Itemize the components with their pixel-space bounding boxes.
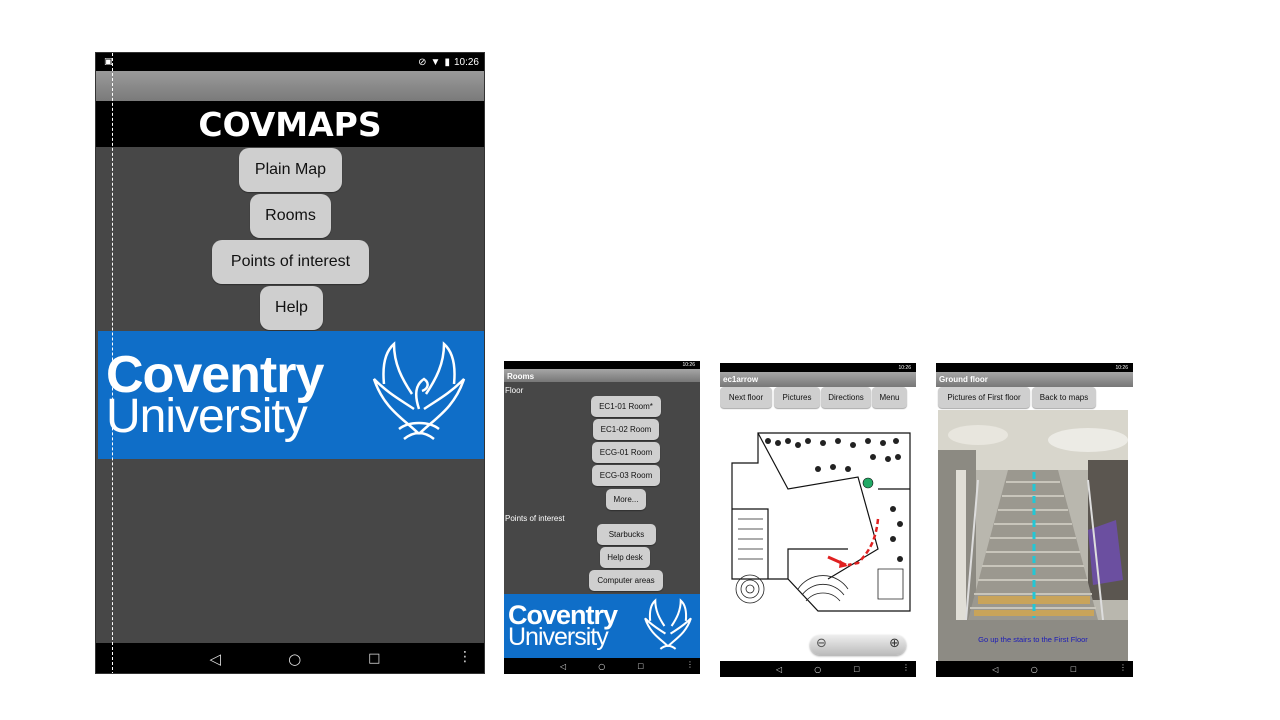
recents-icon[interactable]: □ xyxy=(1070,665,1077,673)
recents-icon[interactable]: □ xyxy=(853,665,860,673)
home-icon[interactable]: ○ xyxy=(288,650,301,668)
navigation-bar: ◁ ○ □ ⋮ xyxy=(504,658,700,674)
rooms-button[interactable]: Rooms xyxy=(250,194,331,238)
phoenix-icon xyxy=(372,341,466,441)
home-icon[interactable]: ○ xyxy=(1031,665,1038,674)
staircase-photo xyxy=(938,410,1128,661)
more-rooms-button[interactable]: More... xyxy=(606,489,646,510)
phoenix-icon xyxy=(644,598,692,650)
app-title: COVMAPS xyxy=(198,104,382,144)
directions-button[interactable]: Directions xyxy=(821,387,871,408)
screen-ground-floor: 10:26 Ground floor Pictures of First flo… xyxy=(936,363,1133,677)
room-button-ecg-03[interactable]: ECG-03 Room xyxy=(592,465,660,486)
navigation-bar: ◁ ○ □ ⋮ xyxy=(720,661,916,677)
status-bar: 10:26 xyxy=(936,363,1133,372)
more-icon[interactable]: ⋮ xyxy=(902,663,910,672)
screen-title: Rooms xyxy=(507,372,535,381)
more-icon[interactable]: ⋮ xyxy=(1119,663,1127,672)
menu-button[interactable]: Menu xyxy=(872,387,907,408)
screen-title: Ground floor xyxy=(939,375,988,384)
title-bar: ec1arrow xyxy=(720,372,916,387)
floor-label: Floor xyxy=(505,386,524,395)
poi-button-starbucks[interactable]: Starbucks xyxy=(597,524,656,545)
screen-main-menu: ▣ ⊘ ▼ ▮ 10:26 COVMAPS Plain Map Rooms Po… xyxy=(95,52,485,674)
pictures-button[interactable]: Pictures xyxy=(774,387,820,408)
back-icon[interactable]: ◁ xyxy=(776,665,782,674)
navigation-bar: ◁ ○ □ ⋮ xyxy=(96,643,484,673)
more-icon[interactable]: ⋮ xyxy=(686,660,694,669)
coventry-university-logo: Coventry University xyxy=(504,594,700,658)
help-button[interactable]: Help xyxy=(260,286,323,330)
poi-button-computer-areas[interactable]: Computer areas xyxy=(589,570,663,591)
status-bar: ▣ ⊘ ▼ ▮ 10:26 xyxy=(96,53,484,71)
zoom-out-icon[interactable]: ⊖ xyxy=(816,636,827,651)
app-title-bar: COVMAPS xyxy=(96,101,484,147)
status-time: 10:26 xyxy=(1115,364,1128,371)
status-time: 10:26 xyxy=(682,362,695,368)
logo-wordmark: Coventry University xyxy=(106,345,324,443)
navigation-bar: ◁ ○ □ ⋮ xyxy=(936,661,1133,677)
poi-label: Points of interest xyxy=(505,514,565,523)
next-floor-button[interactable]: Next floor xyxy=(720,387,772,408)
screen-title: ec1arrow xyxy=(723,375,759,384)
zoom-in-icon[interactable]: ⊕ xyxy=(889,636,900,651)
back-icon[interactable]: ◁ xyxy=(210,650,222,668)
status-bar: 10:26 xyxy=(720,363,916,372)
status-bar: 10:26 xyxy=(504,361,700,369)
room-button-ec1-01[interactable]: EC1-01 Room* xyxy=(591,396,661,417)
floor-plan-map[interactable] xyxy=(728,429,912,615)
coventry-university-logo: Coventry University xyxy=(98,331,484,459)
points-of-interest-button[interactable]: Points of interest xyxy=(212,240,369,284)
room-button-ecg-01[interactable]: ECG-01 Room xyxy=(592,442,660,463)
screen-map: 10:26 ec1arrow Next floor Pictures Direc… xyxy=(720,363,916,677)
title-bar: Rooms xyxy=(504,369,700,382)
title-bar: Ground floor xyxy=(936,372,1133,387)
more-icon[interactable]: ⋮ xyxy=(458,649,472,665)
recents-icon[interactable]: □ xyxy=(368,651,380,666)
status-time: 10:26 xyxy=(453,56,479,68)
home-icon[interactable]: ○ xyxy=(814,665,821,674)
direction-caption: Go up the stairs to the First Floor xyxy=(978,635,1088,644)
back-icon[interactable]: ◁ xyxy=(560,662,566,671)
screen-rooms: 10:26 Rooms Floor EC1-01 Room* EC1-02 Ro… xyxy=(504,361,700,674)
dnd-icon: ⊘ xyxy=(418,56,427,68)
home-icon[interactable]: ○ xyxy=(598,662,605,671)
logo-wordmark: Coventry University xyxy=(508,599,618,651)
status-time: 10:26 xyxy=(898,364,911,371)
recents-icon[interactable]: □ xyxy=(637,662,644,670)
wifi-icon: ▼ xyxy=(430,56,441,68)
room-button-ec1-02[interactable]: EC1-02 Room xyxy=(593,419,659,440)
guide-line xyxy=(112,53,113,673)
pictures-of-first-floor-button[interactable]: Pictures of First floor xyxy=(938,387,1030,408)
back-icon[interactable]: ◁ xyxy=(992,665,998,674)
action-bar xyxy=(96,71,484,101)
battery-icon: ▮ xyxy=(444,56,450,68)
plain-map-button[interactable]: Plain Map xyxy=(239,148,342,192)
back-to-maps-button[interactable]: Back to maps xyxy=(1032,387,1096,408)
poi-button-help-desk[interactable]: Help desk xyxy=(600,547,650,568)
zoom-control: ⊖ ⊕ xyxy=(810,635,906,655)
